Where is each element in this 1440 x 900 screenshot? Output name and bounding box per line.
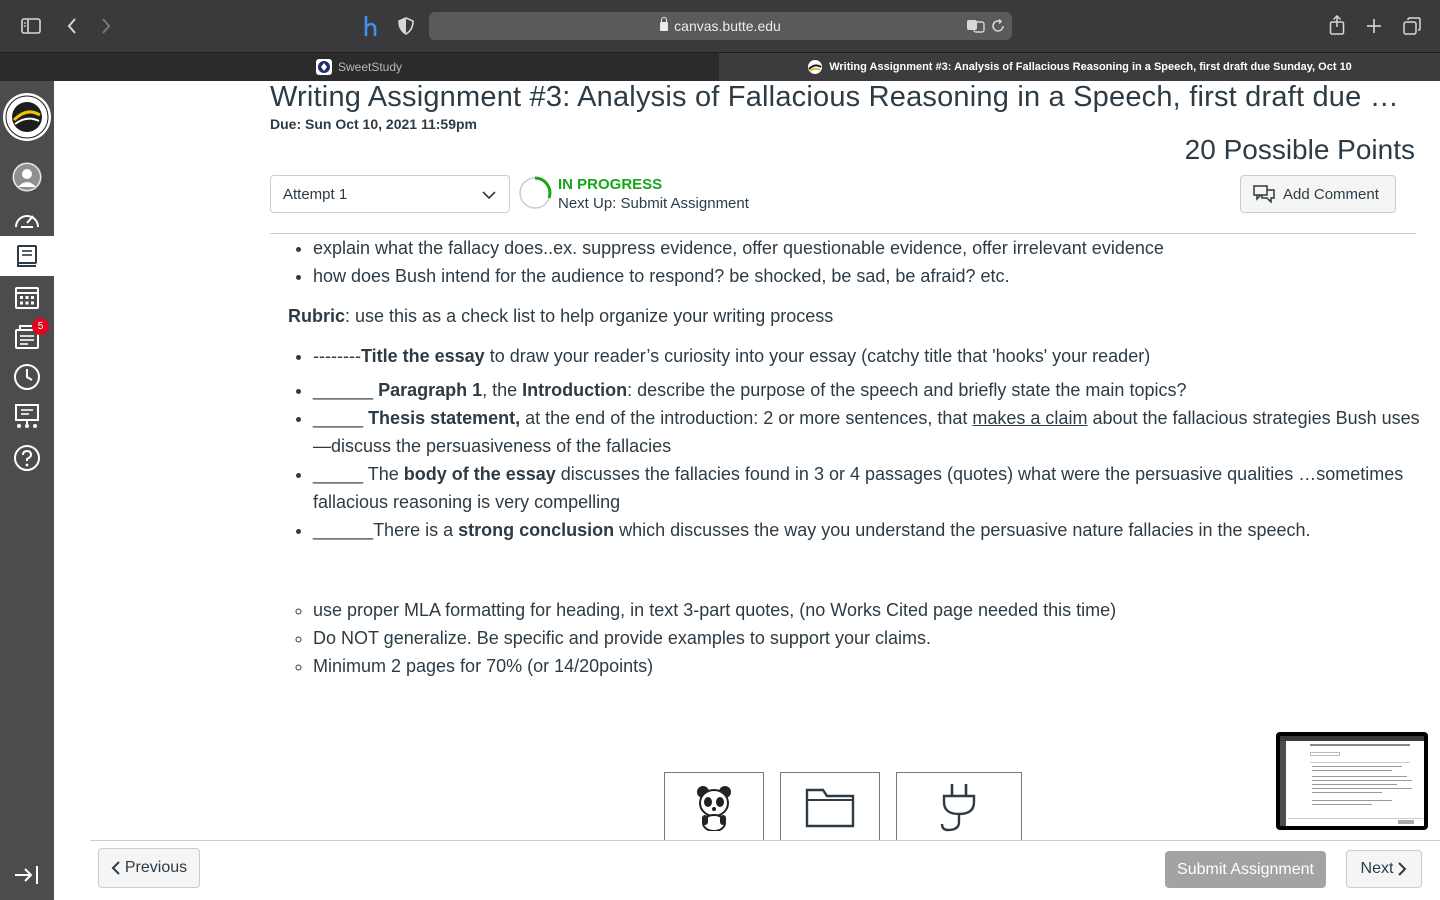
commons-presentation-icon (15, 404, 39, 428)
tab-bar: SweetStudy Writing Assignment #3: Analys… (0, 52, 1440, 81)
fallacy-bullets: explain what the fallacy does..ex. suppr… (270, 234, 1430, 290)
tab-label: Writing Assignment #3: Analysis of Falla… (829, 61, 1352, 73)
submission-type-external-tool[interactable] (896, 772, 1022, 840)
url-text: canvas.butte.edu (674, 18, 781, 34)
list-item: Do NOT generalize. Be specific and provi… (313, 624, 1430, 652)
collapse-arrow-icon (15, 866, 38, 884)
translate-icon[interactable] (966, 17, 986, 35)
butte-college-logo[interactable] (3, 93, 51, 141)
forward-icon[interactable] (96, 16, 116, 36)
due-date: Due: Sun Oct 10, 2021 11:59pm (270, 116, 477, 132)
submission-type-studio[interactable] (664, 772, 764, 840)
share-icon[interactable] (1327, 14, 1347, 36)
calendar-icon (15, 287, 39, 309)
avatar-icon (12, 162, 42, 192)
main-content: Writing Assignment #3: Analysis of Falla… (54, 81, 1440, 900)
screenshot-preview-thumbnail[interactable] (1276, 732, 1428, 830)
list-item: use proper MLA formatting for heading, i… (313, 596, 1430, 624)
tab-writing-assignment[interactable]: Writing Assignment #3: Analysis of Falla… (719, 53, 1440, 81)
chevron-right-icon (1398, 862, 1407, 876)
help-icon (14, 445, 40, 471)
privacy-shield-icon[interactable] (396, 15, 416, 37)
add-comment-button[interactable]: Add Comment (1240, 175, 1396, 213)
dashboard-gauge-icon (15, 215, 39, 228)
tab-sweetstudy[interactable]: SweetStudy (0, 53, 718, 81)
address-bar[interactable]: canvas.butte.edu (429, 12, 1012, 40)
courses-book-icon (17, 245, 37, 267)
chevron-left-icon (111, 861, 120, 875)
next-button[interactable]: Next (1346, 850, 1422, 888)
nav-calendar[interactable] (0, 277, 54, 317)
list-item: ______There is a strong conclusion which… (313, 516, 1430, 544)
nav-courses[interactable] (0, 236, 54, 276)
rubric-list: --------Title the essay to draw your rea… (270, 342, 1430, 544)
submit-assignment-button[interactable]: Submit Assignment (1165, 851, 1326, 888)
next-up-text: Next Up: Submit Assignment (558, 195, 749, 212)
tab-overview-icon[interactable] (1401, 15, 1423, 37)
plug-icon (940, 783, 976, 831)
add-comment-label: Add Comment (1283, 185, 1379, 203)
submit-assignment-label: Submit Assignment (1177, 860, 1314, 878)
panda-mascot-icon (697, 785, 731, 831)
clock-icon (14, 364, 40, 390)
list-item: _____ The body of the essay discusses th… (313, 460, 1430, 516)
possible-points: 20 Possible Points (1184, 134, 1415, 165)
sidebar-toggle-icon[interactable] (20, 16, 42, 36)
tab-label: SweetStudy (337, 60, 403, 74)
assignment-description: explain what the fallacy does..ex. suppr… (270, 234, 1430, 680)
rubric-intro: Rubric: use this as a check list to help… (270, 302, 1430, 330)
status-badge: IN PROGRESS (558, 176, 663, 193)
list-item: _____ Thesis statement, at the end of th… (313, 404, 1430, 460)
list-item: --------Title the essay to draw your rea… (313, 342, 1430, 370)
page-title: Writing Assignment #3: Analysis of Falla… (270, 81, 1400, 113)
extension-icon[interactable] (360, 14, 382, 38)
inbox-unread-badge: 5 (32, 318, 49, 335)
global-navigation: 5 (0, 81, 54, 900)
progress-ring-icon (519, 176, 552, 209)
chevron-down-icon (482, 191, 496, 200)
reload-icon[interactable] (990, 18, 1006, 34)
footer-divider (90, 840, 1440, 841)
list-item: how does Bush intend for the audience to… (313, 262, 1430, 290)
folder-icon (805, 788, 855, 827)
attempt-select[interactable]: Attempt 1 (270, 175, 510, 213)
list-item: ______ Paragraph 1, the Introduction: de… (313, 376, 1430, 404)
next-label: Next (1360, 860, 1394, 877)
new-tab-icon[interactable] (1364, 16, 1384, 36)
browser-toolbar: canvas.butte.edu (0, 0, 1440, 52)
nav-help[interactable] (0, 438, 54, 478)
previous-button[interactable]: Previous (98, 848, 200, 888)
sweetstudy-favicon-icon (315, 59, 332, 75)
butte-favicon-icon (807, 59, 823, 75)
rubric-text: : use this as a check list to help organ… (345, 306, 834, 326)
lock-icon (660, 17, 669, 31)
back-icon[interactable] (62, 16, 82, 36)
nav-account[interactable] (0, 157, 54, 197)
comment-icon (1253, 185, 1275, 203)
nav-collapse[interactable] (0, 855, 54, 895)
previous-label: Previous (124, 859, 188, 876)
list-item: Minimum 2 pages for 70% (or 14/20points) (313, 652, 1430, 680)
nav-commons[interactable] (0, 397, 54, 437)
nav-dashboard[interactable] (0, 199, 54, 239)
requirements-list: use proper MLA formatting for heading, i… (270, 596, 1430, 680)
submission-type-upload[interactable] (780, 772, 880, 840)
list-item: explain what the fallacy does..ex. suppr… (313, 234, 1430, 262)
nav-history[interactable] (0, 357, 54, 397)
attempt-select-value: Attempt 1 (283, 186, 348, 203)
rubric-label: Rubric (288, 306, 346, 326)
